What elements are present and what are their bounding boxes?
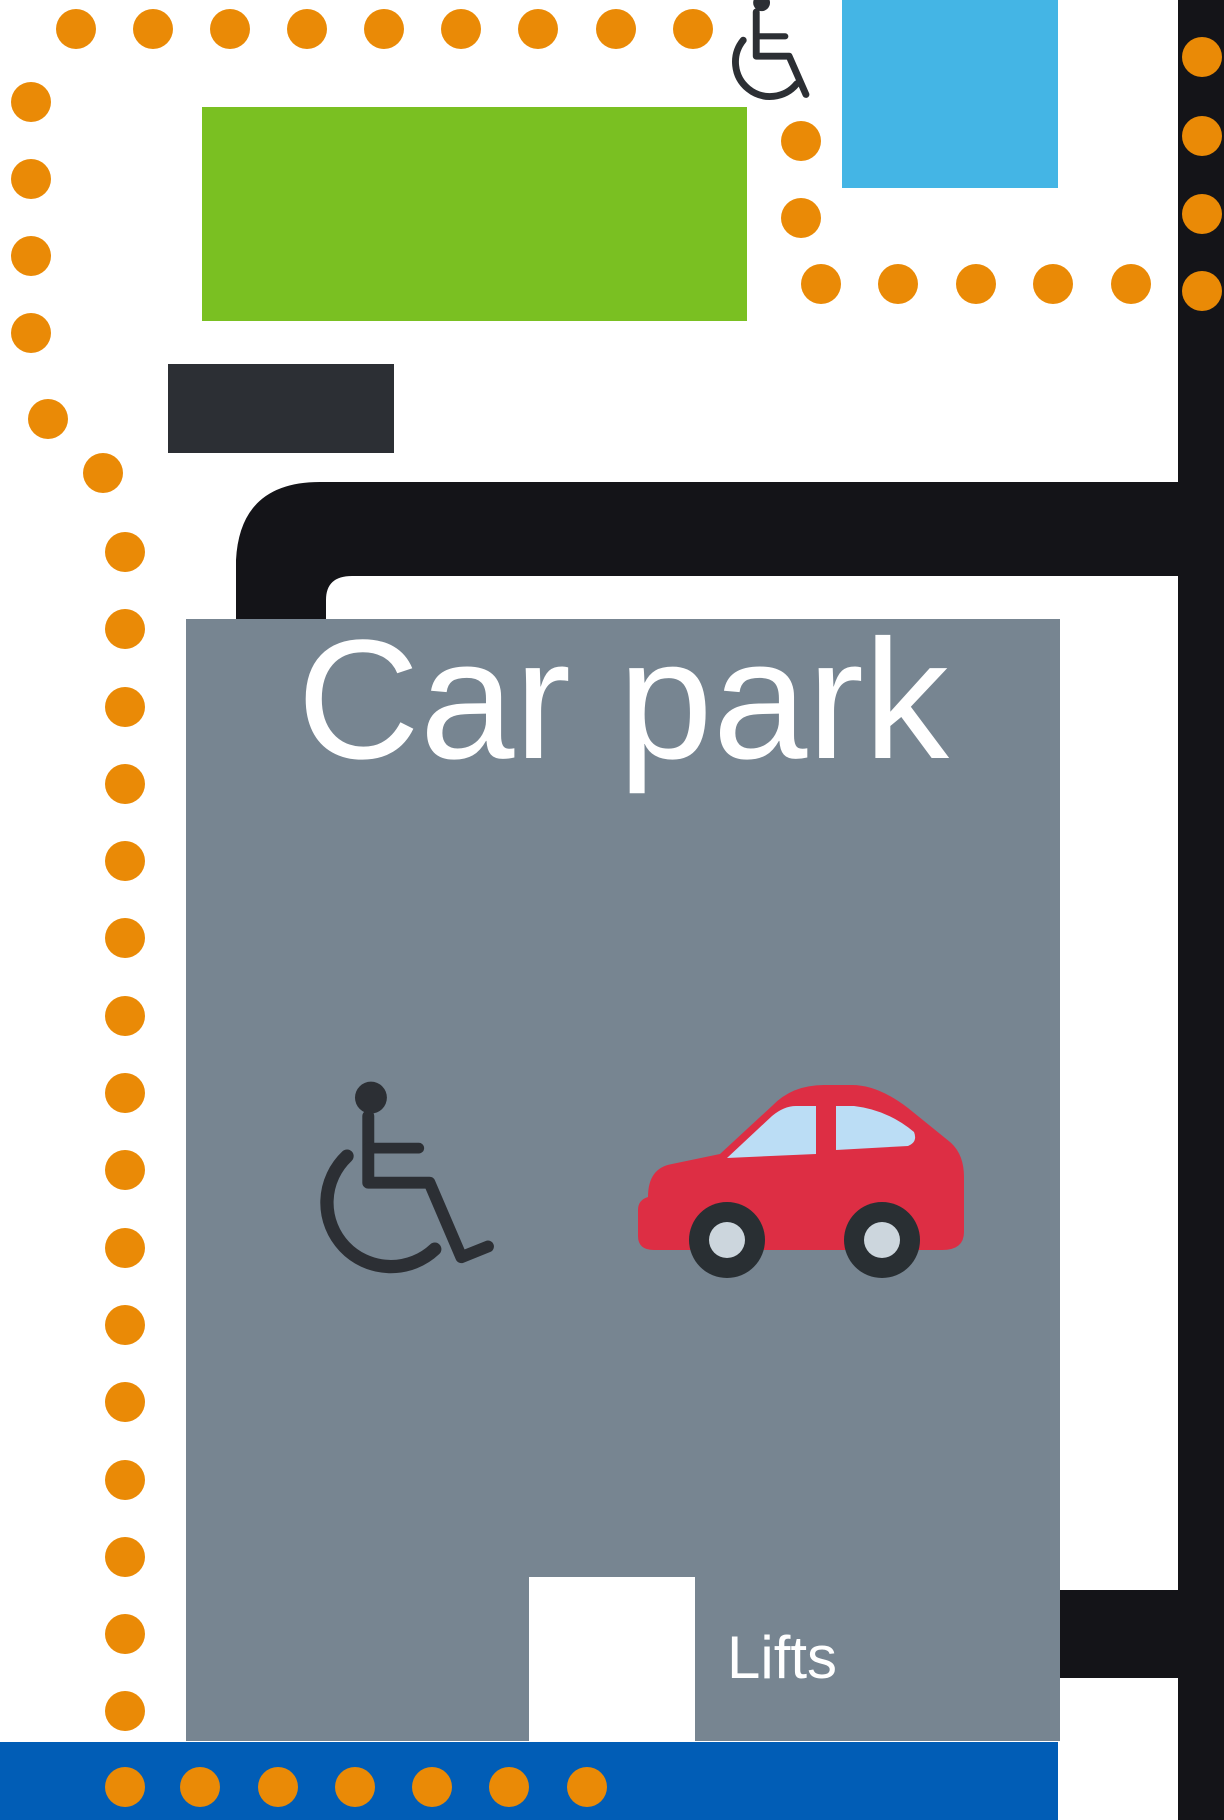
footpath-dot <box>1111 264 1151 304</box>
car-icon <box>638 1085 964 1278</box>
footpath-dot <box>781 121 821 161</box>
footpath-dot <box>412 1767 452 1807</box>
footpath-dot <box>1182 116 1222 156</box>
footpath-dot <box>1182 37 1222 77</box>
footpath-dot <box>105 841 145 881</box>
green-area <box>202 107 747 321</box>
footpath-dot <box>105 764 145 804</box>
footpath-dot <box>105 1537 145 1577</box>
footpath-dot <box>105 609 145 649</box>
footpath-dot <box>287 9 327 49</box>
road-stub <box>1040 1590 1190 1678</box>
footpath-dot <box>105 918 145 958</box>
footpath-dot <box>105 1150 145 1190</box>
wheelchair-icon <box>320 1081 494 1274</box>
footpath-dot <box>956 264 996 304</box>
wheelchair-icon <box>732 0 810 100</box>
footpath-dot <box>105 996 145 1036</box>
car-park-label: Car park <box>297 605 949 795</box>
footpath-dot <box>210 9 250 49</box>
footpath-dot <box>258 1767 298 1807</box>
footpath-dot <box>518 9 558 49</box>
footpath-dot <box>133 9 173 49</box>
footpath-dot <box>335 1767 375 1807</box>
footpath-dot <box>56 9 96 49</box>
lifts-box[interactable] <box>529 1577 695 1743</box>
footpath-dot <box>105 532 145 572</box>
footpath-dot <box>1182 271 1222 311</box>
footpath-dot <box>105 1614 145 1654</box>
footpath-dot <box>441 9 481 49</box>
footpath-dot <box>11 82 51 122</box>
footpath-dot <box>1033 264 1073 304</box>
footpath-dot <box>781 198 821 238</box>
footpath-dot <box>596 9 636 49</box>
footpath-dot <box>83 453 123 493</box>
footpath-dot <box>105 1382 145 1422</box>
footpath-dot <box>105 1767 145 1807</box>
footpath-dot <box>105 1228 145 1268</box>
footpath-dot <box>489 1767 529 1807</box>
footpath-dot <box>878 264 918 304</box>
footpath-dot <box>11 313 51 353</box>
footpath-dot <box>105 1073 145 1113</box>
footpath-dot <box>364 9 404 49</box>
footpath-dot <box>105 687 145 727</box>
bottom-band <box>0 1742 1058 1820</box>
footpath-dot <box>105 1691 145 1731</box>
footpath-dot <box>11 236 51 276</box>
footpath-dot <box>567 1767 607 1807</box>
footpath-dot <box>105 1305 145 1345</box>
footpath-dot <box>11 159 51 199</box>
footpath-dot <box>28 399 68 439</box>
lifts-label: Lifts <box>727 1624 838 1691</box>
footpath-dot <box>801 264 841 304</box>
footpath-dot <box>105 1460 145 1500</box>
footpath-dot <box>1182 194 1222 234</box>
footpath-dot <box>180 1767 220 1807</box>
water-area <box>842 0 1058 188</box>
dark-block <box>168 364 394 453</box>
